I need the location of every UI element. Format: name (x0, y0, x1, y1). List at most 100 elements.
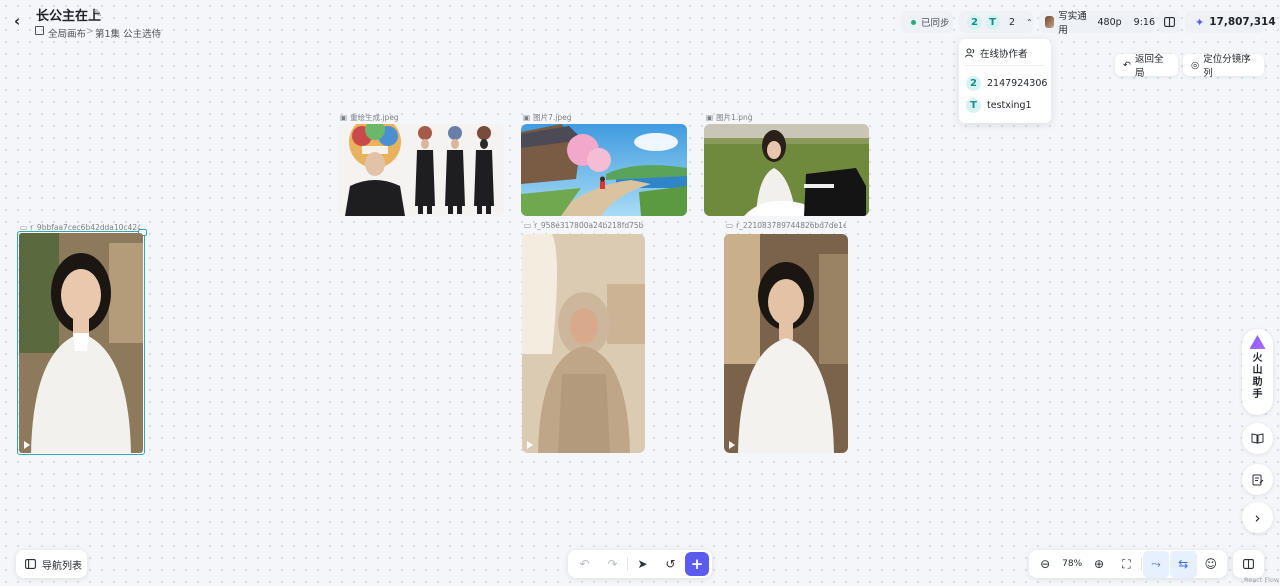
video-icon: ▭ (726, 221, 734, 230)
node-label: ▣ 图片7.jpeg (523, 112, 683, 123)
node-label: ▣ 重绘生成.jpeg (340, 112, 500, 123)
video-icon: ▭ (524, 221, 532, 230)
node-filename: 图片7.jpeg (533, 113, 572, 122)
anime-village-illustration (521, 124, 687, 216)
open-book-icon (1251, 433, 1264, 444)
chevron-up-icon: ⌃ (1026, 17, 1033, 27)
undo-arrow-icon: ↶ (1123, 59, 1131, 71)
users-icon (965, 48, 975, 58)
video-thumbnail[interactable] (19, 233, 143, 453)
connector-step-icon[interactable]: ⇆ (1170, 550, 1197, 578)
image-icon: ▣ (706, 113, 714, 122)
collaborator-count: 2 (1009, 16, 1016, 28)
select-pointer-icon[interactable]: ➤ (629, 551, 656, 578)
node-filename: 图片1.png (716, 113, 753, 122)
node-label: ▭ r_958e317800a24b218fd75bbc580... (524, 221, 644, 230)
back-to-global-label: 返回全局 (1134, 54, 1164, 79)
toolbar-separator (627, 557, 628, 571)
divider (965, 65, 1045, 66)
top-bar: ‹ 长公主在上 ✎ 全局画布 > 第1集 公主选侍 已同步 2 T 2 ⌃ 写实… (0, 0, 1280, 44)
react-flow-watermark[interactable]: React Flow (1244, 576, 1279, 584)
anime-village-image[interactable] (521, 124, 687, 216)
node-label: ▭ r_221083789744826bd7de1efbb3... (726, 221, 846, 230)
woman-hijab-photo (522, 234, 645, 453)
history-icon[interactable]: ↺ (657, 551, 684, 578)
node-filename: r_221083789744826bd7de1efbb3... (736, 221, 846, 230)
model-resolution: 480p (1097, 16, 1122, 28)
split-panel-icon (1163, 17, 1175, 27)
popover-title: 在线协作者 (980, 49, 1028, 60)
woman-white-dress-photo (19, 233, 143, 453)
zoom-out-icon[interactable]: ⊖ (1032, 551, 1058, 578)
locate-sequence-button[interactable]: ◎ 定位分镜序列 (1183, 54, 1264, 79)
zoom-in-icon[interactable]: ⊕ (1086, 551, 1112, 578)
popover-header: 在线协作者 (965, 46, 1028, 60)
collaborator-avatar: T (985, 14, 1000, 30)
layout-toggle-button[interactable] (1233, 550, 1264, 578)
connector-curve-icon[interactable]: ⤳ (1142, 550, 1170, 578)
nav-list-button[interactable]: 导航列表 (16, 550, 87, 578)
page-title: 长公主在上 (36, 9, 102, 24)
zoom-level: 78% (1062, 559, 1083, 569)
collaborator-avatar: 2 (966, 76, 981, 91)
edit-note-icon (1252, 474, 1263, 485)
notes-button[interactable] (1242, 464, 1273, 495)
video-thumbnail[interactable] (522, 234, 645, 453)
fit-view-icon[interactable]: ⛶ (1113, 551, 1139, 578)
character-sheet-illustration (338, 124, 504, 216)
canvas-toolbar: ↶ ↷ ➤ ↺ + (568, 550, 712, 578)
back-to-global-button[interactable]: ↶ 返回全局 (1115, 54, 1178, 79)
user-settings-icon[interactable]: ☺ (1198, 551, 1224, 578)
target-icon: ◎ (1191, 59, 1200, 71)
piano-field-image[interactable] (704, 124, 869, 216)
piano-field-photo (704, 124, 869, 216)
panel-toggle-button[interactable] (1158, 11, 1180, 33)
collaborator-row[interactable]: T testxing1 (966, 98, 1032, 113)
woman-white-ao-dai-photo (724, 234, 848, 453)
add-node-button[interactable]: + (685, 552, 709, 576)
redo-icon[interactable]: ↷ (599, 551, 626, 578)
sync-status-text: 已同步 (921, 18, 950, 29)
edit-title-icon[interactable]: ✎ (93, 7, 102, 20)
sync-dot-icon (911, 19, 916, 25)
online-collaborators-popover: 在线协作者 2 2147924306 T testxing1 (959, 39, 1051, 123)
assistant-logo-icon (1249, 335, 1266, 349)
character-sheet-image[interactable] (338, 124, 504, 216)
model-settings-pill[interactable]: 写实通用 480p 9:16 (1039, 11, 1155, 36)
node-filename: 重绘生成.jpeg (350, 113, 399, 122)
model-ratio: 9:16 (1133, 16, 1155, 28)
breadcrumb-current[interactable]: 第1集 公主选侍 (95, 26, 161, 40)
sync-status-pill: 已同步 (901, 11, 953, 33)
collaborator-name: 2147924306 (987, 78, 1048, 89)
back-arrow-icon[interactable]: ‹ (14, 12, 30, 32)
play-icon (729, 441, 735, 449)
breadcrumb-root[interactable]: 全局画布 (48, 26, 86, 40)
expand-panel-button[interactable]: › (1242, 502, 1273, 533)
node-filename: r_958e317800a24b218fd75bbc580... (534, 221, 644, 230)
credits-pill[interactable]: ✦ 17,807,314 (1185, 11, 1276, 33)
sidebar-icon (25, 559, 36, 569)
play-icon (24, 441, 30, 449)
volcano-assistant-button[interactable]: 火山助手 (1242, 329, 1273, 415)
split-panel-icon (1243, 559, 1254, 569)
model-name: 写实通用 (1058, 11, 1087, 36)
locate-sequence-label: 定位分镜序列 (1203, 54, 1251, 79)
assistant-label: 火山助手 (1252, 353, 1263, 400)
model-thumbnail (1045, 16, 1055, 28)
nav-list-label: 导航列表 (42, 560, 82, 572)
toolbar-separator (1140, 557, 1142, 571)
play-icon (527, 441, 533, 449)
credits-value: 17,807,314 (1209, 16, 1276, 28)
sparkle-icon: ✦ (1195, 15, 1205, 29)
collaborator-avatar: T (966, 98, 981, 113)
collaborator-avatar: 2 (967, 14, 982, 30)
book-button[interactable] (1242, 423, 1273, 454)
breadcrumb-separator: > (86, 26, 94, 37)
collaborators-pill[interactable]: 2 T 2 ⌃ (959, 11, 1033, 33)
undo-icon[interactable]: ↶ (571, 551, 598, 578)
collaborator-row[interactable]: 2 2147924306 (966, 76, 1047, 91)
video-thumbnail[interactable] (724, 234, 848, 453)
chevron-right-icon: › (1254, 508, 1261, 527)
collaborator-name: testxing1 (987, 100, 1032, 111)
node-label: ▣ 图片1.png (706, 112, 866, 123)
